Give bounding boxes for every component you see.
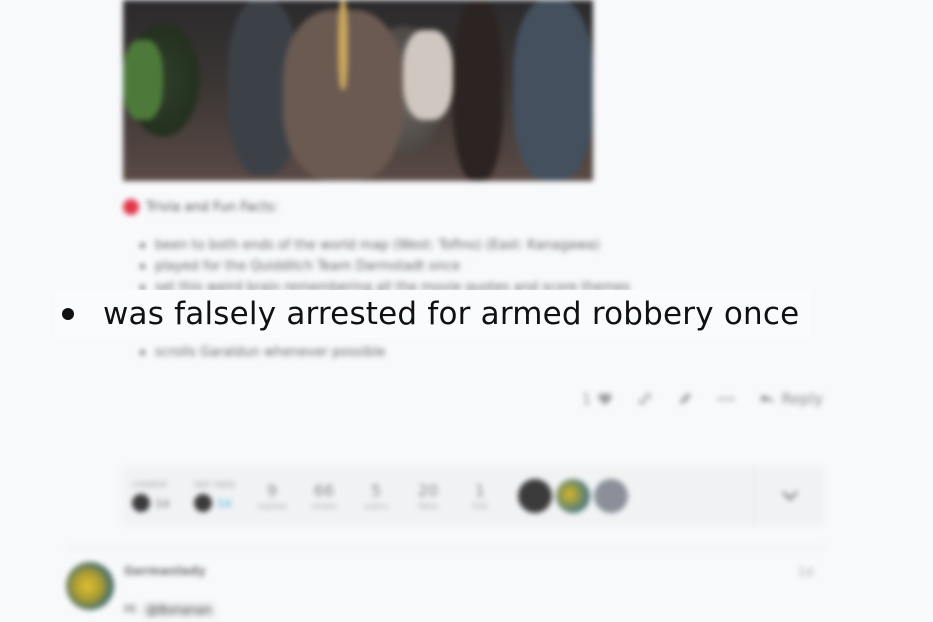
bullet-icon — [62, 308, 74, 320]
avatar[interactable] — [518, 479, 552, 513]
reply-icon — [760, 394, 775, 404]
heart-icon — [598, 393, 613, 405]
avatar[interactable] — [132, 494, 150, 512]
avatar[interactable] — [594, 479, 628, 513]
like-button[interactable]: 1 — [582, 390, 614, 408]
user-mention[interactable]: @Bonanan — [142, 602, 216, 618]
edit-button[interactable] — [677, 391, 693, 407]
like-count: 1 — [581, 390, 592, 408]
stat-likes: 20 likes — [417, 480, 439, 512]
greeting-text: Hi — [124, 602, 137, 616]
trivia-list: been to both ends of the world map (West… — [140, 235, 630, 360]
topic-map: created 1d last reply 1d 9 replies 66 vi… — [122, 466, 824, 526]
chevron-down-icon — [781, 491, 798, 501]
avatar[interactable] — [66, 562, 114, 610]
ellipsis-icon — [718, 397, 735, 401]
created-info: created 1d — [122, 480, 184, 512]
reply-label: Reply — [781, 390, 823, 408]
created-label: created — [132, 480, 167, 490]
post-divider — [65, 547, 825, 548]
stat-views: 66 views — [311, 480, 337, 512]
trivia-heading-text: Trivia and Fun Facts: — [146, 199, 279, 215]
list-item: played for the Quidditch Team Darmstadt … — [140, 256, 630, 277]
post-date[interactable]: 1d — [798, 565, 813, 579]
stat-replies: 9 replies — [257, 480, 287, 512]
stat-users: 5 users — [363, 480, 389, 512]
post-image[interactable] — [123, 0, 593, 181]
trivia-heading: Trivia and Fun Facts: — [123, 199, 278, 215]
participants — [518, 479, 628, 513]
list-item: scrolls Garaldun whenever possible — [140, 342, 385, 363]
created-time: 1d — [155, 496, 169, 510]
avatar[interactable] — [194, 494, 212, 512]
highlighted-list-item: was falsely arrested for armed robbery o… — [55, 290, 812, 338]
last-reply-label: last reply — [194, 480, 236, 490]
last-reply-info: last reply 1d — [184, 480, 246, 512]
copy-link-button[interactable] — [637, 391, 653, 407]
list-item: been to both ends of the world map (West… — [140, 235, 630, 256]
topic-map-toggle-button[interactable] — [754, 466, 824, 526]
last-reply-time[interactable]: 1d — [217, 497, 231, 510]
avatar[interactable] — [556, 479, 590, 513]
post-username[interactable]: Germanlady — [124, 564, 206, 578]
post-actions: 1 Reply — [582, 390, 823, 408]
reply-button[interactable]: Reply — [759, 390, 823, 408]
more-button[interactable] — [717, 396, 735, 402]
post-body: Hi @Bonanan — [124, 602, 216, 618]
pencil-icon — [680, 393, 692, 404]
link-icon — [639, 393, 652, 405]
red-heart-icon — [123, 199, 139, 215]
stat-links: 1 link — [472, 480, 488, 512]
highlighted-item-text: was falsely arrested for armed robbery o… — [103, 296, 800, 332]
